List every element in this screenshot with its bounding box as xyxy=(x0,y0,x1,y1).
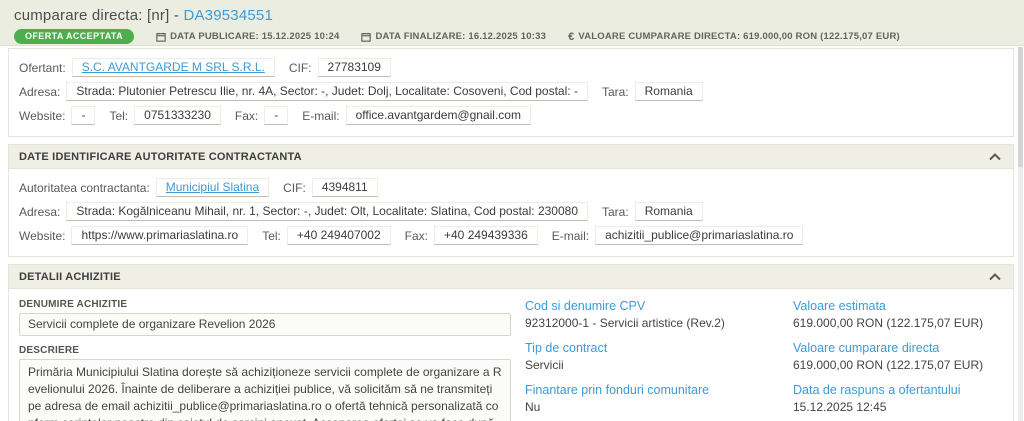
main-content: Ofertant: S.C. AVANTGARDE M SRL S.R.L. C… xyxy=(0,46,1024,421)
email-value: office.avantgardem@gnail.com xyxy=(346,106,531,125)
publish-date: DATA PUBLICARE: 15.12.2025 10:24 xyxy=(156,31,339,42)
valoare-cd-label: Valoare cumparare directa xyxy=(793,341,1003,355)
authority-label: Autoritatea contractanta: xyxy=(19,181,150,195)
denumire-input[interactable]: Servicii complete de organizare Revelion… xyxy=(19,313,511,336)
descriere-label: DESCRIERE xyxy=(19,345,511,356)
authority-row: Autoritatea contractanta: Municipiul Sla… xyxy=(19,178,1003,197)
offerer-panel: Ofertant: S.C. AVANTGARDE M SRL S.R.L. C… xyxy=(8,48,1014,137)
scrollbar-thumb[interactable] xyxy=(1018,47,1023,167)
authority-name-link[interactable]: Municipiul Slatina xyxy=(156,178,269,197)
offerer-contact-row: Website: - Tel: 0751333230 Fax: - E-mail… xyxy=(19,106,1003,125)
website-value: https://www.primariaslatina.ro xyxy=(71,226,248,245)
tip-contract-label: Tip de contract xyxy=(525,341,793,355)
valoare-cd-value: 619.000,00 RON (122.175,07 EUR) xyxy=(793,358,1003,372)
adresa-label: Adresa: xyxy=(19,85,60,99)
details-left-column: DENUMIRE ACHIZITIE Servicii complete de … xyxy=(19,293,511,421)
details-middle-column: Cod si denumire CPV 92312000-1 - Servici… xyxy=(511,293,793,421)
direct-purchase-value-label: VALOARE CUMPARARE DIRECTA: 619.000,00 RO… xyxy=(578,31,900,42)
publish-date-label: DATA PUBLICARE: 15.12.2025 10:24 xyxy=(170,31,339,42)
tel-value: 0751333230 xyxy=(134,106,221,125)
calendar-icon xyxy=(361,32,371,42)
authority-contact-row: Website: https://www.primariaslatina.ro … xyxy=(19,226,1003,245)
euro-icon: € xyxy=(568,31,574,43)
header-meta-row: OFERTA ACCEPTATA DATA PUBLICARE: 15.12.2… xyxy=(14,29,1010,44)
descriere-text: Primăria Municipiului Slatina dorește să… xyxy=(28,365,502,421)
cif-value: 27783109 xyxy=(318,58,391,77)
fax-label: Fax: xyxy=(235,109,258,123)
details-section-header[interactable]: DETALII ACHIZITIE xyxy=(9,265,1013,289)
authority-section-title: DATE IDENTIFICARE AUTORITATE CONTRACTANT… xyxy=(19,151,302,163)
page-header: cumparare directa: [nr] - DA39534551 OFE… xyxy=(0,0,1024,46)
fax-value: +40 249439336 xyxy=(434,226,538,245)
valoare-estimata-label: Valoare estimata xyxy=(793,299,1003,313)
status-badge: OFERTA ACCEPTATA xyxy=(14,29,134,44)
valoare-estimata-item: Valoare estimata 619.000,00 RON (122.175… xyxy=(793,299,1003,330)
cpv-label: Cod si denumire CPV xyxy=(525,299,793,313)
finantare-item: Finantare prin fonduri comunitare Nu xyxy=(525,383,793,414)
website-value: - xyxy=(71,106,95,125)
website-label: Website: xyxy=(19,109,65,123)
procurement-id-link[interactable]: DA39534551 xyxy=(183,7,273,24)
finantare-value: Nu xyxy=(525,400,793,414)
authority-panel: DATE IDENTIFICARE AUTORITATE CONTRACTANT… xyxy=(8,144,1014,257)
tip-contract-item: Tip de contract Servicii xyxy=(525,341,793,372)
finalize-date-label: DATA FINALIZARE: 16.12.2025 10:33 xyxy=(375,31,546,42)
descriere-textarea[interactable]: Primăria Municipiului Slatina dorește să… xyxy=(19,359,511,421)
tel-value: +40 249407002 xyxy=(287,226,391,245)
raspuns-ofertant-item: Data de raspuns a ofertantului 15.12.202… xyxy=(793,383,1003,414)
details-panel: DETALII ACHIZITIE DENUMIRE ACHIZITIE Ser… xyxy=(8,264,1014,421)
email-label: E-mail: xyxy=(552,229,589,243)
page-title-text: cumparare directa: [nr] - xyxy=(14,7,183,24)
cpv-value: 92312000-1 - Servicii artistice (Rev.2) xyxy=(525,316,793,330)
finalize-date: DATA FINALIZARE: 16.12.2025 10:33 xyxy=(361,31,546,42)
denumire-label: DENUMIRE ACHIZITIE xyxy=(19,299,511,310)
ofertant-name-link[interactable]: S.C. AVANTGARDE M SRL S.R.L. xyxy=(72,58,275,77)
cpv-item: Cod si denumire CPV 92312000-1 - Servici… xyxy=(525,299,793,330)
fax-label: Fax: xyxy=(405,229,428,243)
vertical-scrollbar[interactable] xyxy=(1018,47,1023,421)
ofertant-label: Ofertant: xyxy=(19,61,66,75)
offerer-address-row: Adresa: Strada: Plutonier Petrescu Ilie,… xyxy=(19,82,1003,101)
adresa-value: Strada: Kogălniceanu Mihail, nr. 1, Sect… xyxy=(66,202,588,221)
email-label: E-mail: xyxy=(302,109,339,123)
valoare-cd-item: Valoare cumparare directa 619.000,00 RON… xyxy=(793,341,1003,372)
valoare-estimata-value: 619.000,00 RON (122.175,07 EUR) xyxy=(793,316,1003,330)
cif-label: CIF: xyxy=(283,181,306,195)
fax-value: - xyxy=(264,106,288,125)
page-title: cumparare directa: [nr] - DA39534551 xyxy=(14,7,1010,24)
direct-purchase-value: € VALOARE CUMPARARE DIRECTA: 619.000,00 … xyxy=(568,31,900,43)
tip-contract-value: Servicii xyxy=(525,358,793,372)
tara-label: Tara: xyxy=(602,205,629,219)
raspuns-ofertant-label: Data de raspuns a ofertantului xyxy=(793,383,1003,397)
authority-address-row: Adresa: Strada: Kogălniceanu Mihail, nr.… xyxy=(19,202,1003,221)
details-right-column: Valoare estimata 619.000,00 RON (122.175… xyxy=(793,293,1003,421)
tel-label: Tel: xyxy=(262,229,281,243)
tara-value: Romania xyxy=(635,82,703,101)
finantare-label: Finantare prin fonduri comunitare xyxy=(525,383,793,397)
tara-label: Tara: xyxy=(602,85,629,99)
email-value: achizitii_publice@primariaslatina.ro xyxy=(595,226,803,245)
details-section-title: DETALII ACHIZITIE xyxy=(19,271,121,283)
authority-section-header[interactable]: DATE IDENTIFICARE AUTORITATE CONTRACTANT… xyxy=(9,145,1013,169)
chevron-up-icon[interactable] xyxy=(989,153,1001,161)
raspuns-ofertant-value: 15.12.2025 12:45 xyxy=(793,400,1003,414)
calendar-icon xyxy=(156,32,166,42)
tara-value: Romania xyxy=(635,202,703,221)
offerer-row: Ofertant: S.C. AVANTGARDE M SRL S.R.L. C… xyxy=(19,58,1003,77)
cif-value: 4394811 xyxy=(312,178,378,197)
tel-label: Tel: xyxy=(109,109,128,123)
adresa-value: Strada: Plutonier Petrescu Ilie, nr. 4A,… xyxy=(66,82,588,101)
adresa-label: Adresa: xyxy=(19,205,60,219)
cif-label: CIF: xyxy=(289,61,312,75)
chevron-up-icon[interactable] xyxy=(989,273,1001,281)
website-label: Website: xyxy=(19,229,65,243)
